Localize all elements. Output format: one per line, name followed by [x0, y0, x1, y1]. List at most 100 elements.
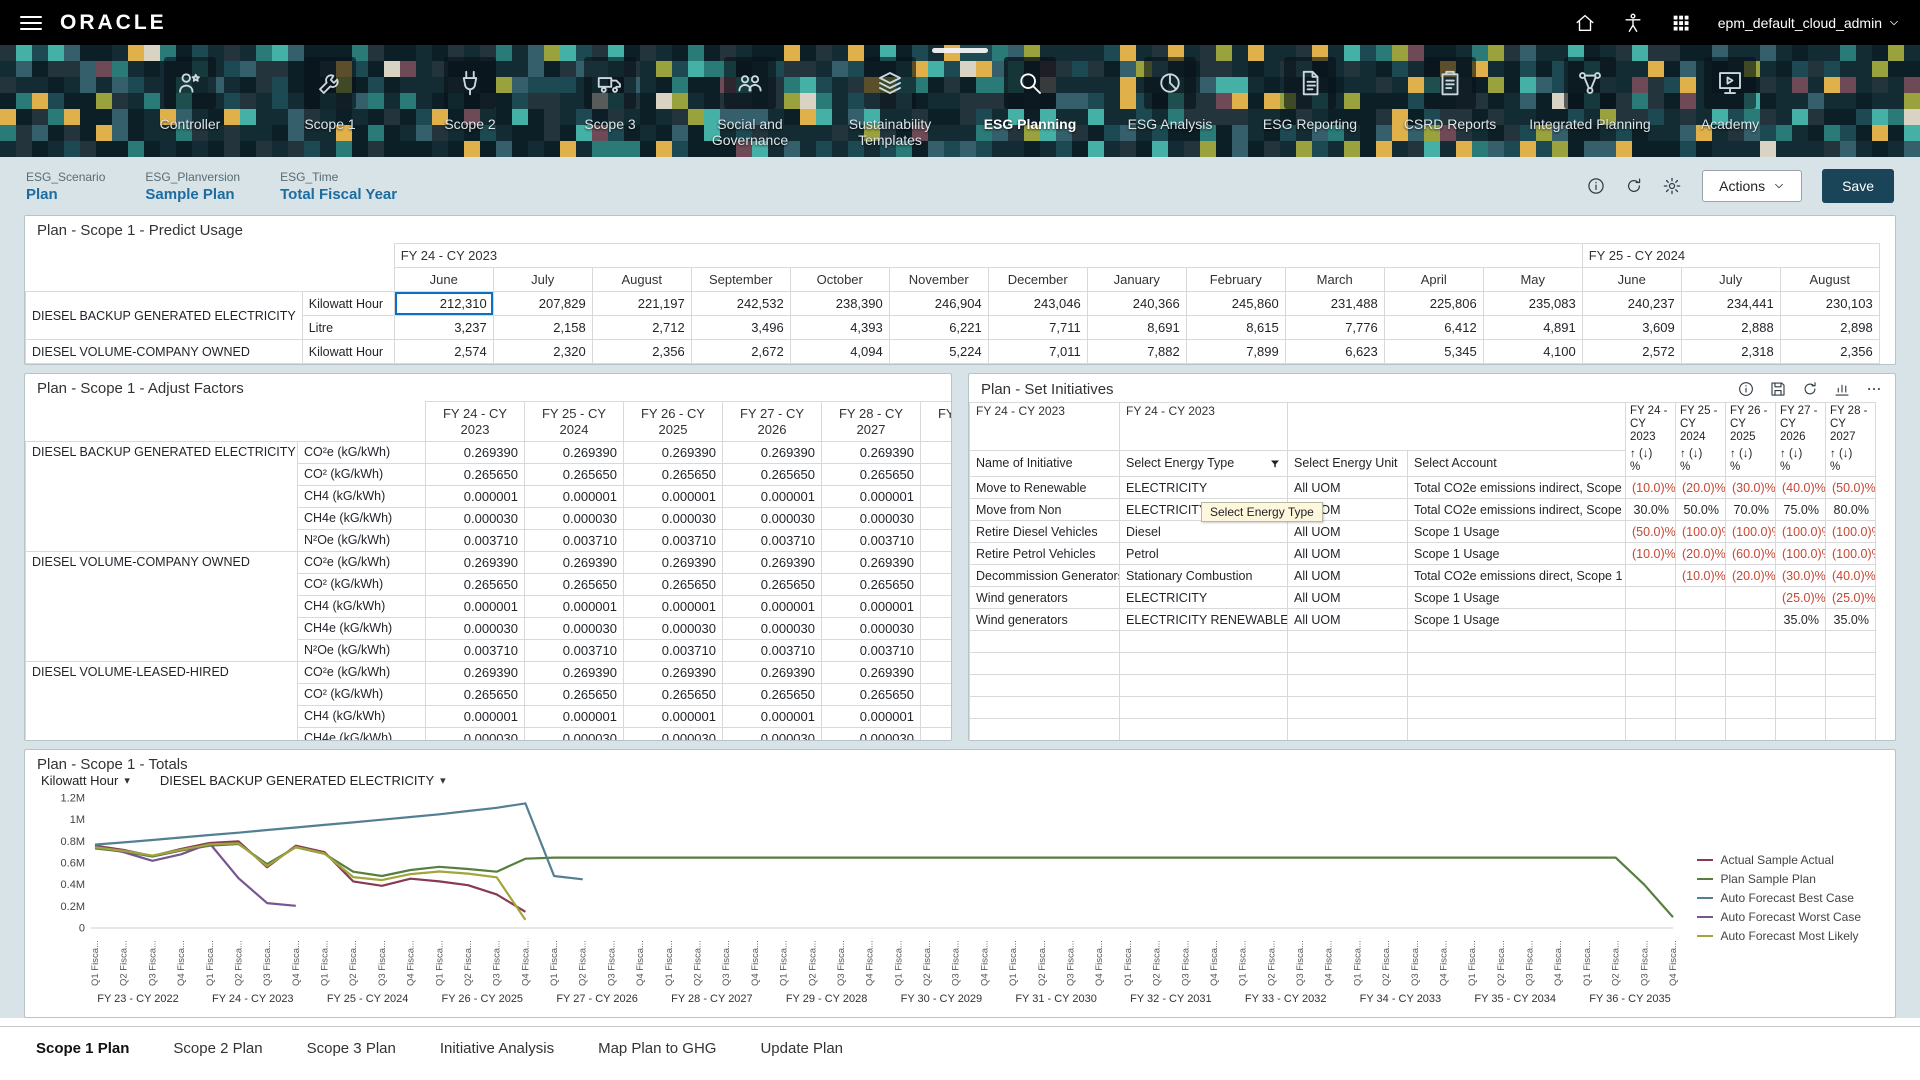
factor-cell[interactable]: 0.000001 [426, 486, 525, 508]
empty-cell[interactable] [1776, 631, 1826, 653]
initiative-value-cell[interactable]: (100.0)% [1776, 543, 1826, 565]
factor-cell[interactable]: 0.265650 [624, 464, 723, 486]
energy-unit-cell[interactable]: All UOM [1288, 587, 1408, 609]
pov-dim-esg_scenario[interactable]: ESG_Scenario Plan [26, 170, 105, 203]
factor-cell[interactable]: 0.003710 [822, 530, 921, 552]
nav-item-scope-1[interactable]: Scope 1 [260, 57, 400, 148]
refresh-icon[interactable] [1624, 176, 1644, 196]
usage-cell[interactable]: 8,691 [1087, 316, 1186, 340]
initiative-value-cell[interactable]: 35.0% [1776, 609, 1826, 631]
factor-cell[interactable]: 0.000001 [921, 706, 952, 728]
factor-cell[interactable]: 0.000030 [525, 508, 624, 530]
usage-cell[interactable]: 4,393 [790, 316, 889, 340]
usage-cell[interactable]: 238,390 [790, 292, 889, 316]
accessibility-icon[interactable] [1622, 12, 1644, 34]
factor-cell[interactable]: 0.000001 [525, 596, 624, 618]
initiative-value-cell[interactable]: (50.0)% [1826, 477, 1876, 499]
empty-cell[interactable] [1408, 719, 1626, 741]
save-icon[interactable] [1769, 380, 1787, 398]
factor-cell[interactable]: 0.265650 [525, 684, 624, 706]
empty-cell[interactable] [970, 653, 1120, 675]
factor-cell[interactable]: 0.003710 [921, 640, 952, 662]
factor-cell[interactable]: 0.000030 [624, 618, 723, 640]
hamburger-menu-icon[interactable] [20, 16, 42, 30]
usage-cell[interactable]: 6,623 [1285, 340, 1384, 364]
energy-type-cell[interactable]: ELECTRICITY [1120, 587, 1288, 609]
empty-cell[interactable] [1776, 675, 1826, 697]
initiative-name-cell[interactable]: Retire Diesel Vehicles [970, 521, 1120, 543]
usage-cell[interactable]: 212,310 [394, 292, 493, 316]
nav-item-controller[interactable]: Controller [120, 57, 260, 148]
actions-button[interactable]: Actions [1702, 170, 1802, 202]
initiative-value-cell[interactable]: (60.0)% [1726, 543, 1776, 565]
initiative-value-cell[interactable]: (25.0)% [1826, 587, 1876, 609]
factor-cell[interactable]: 0.000001 [822, 486, 921, 508]
factor-cell[interactable]: 0.003710 [426, 640, 525, 662]
usage-cell[interactable]: 6,412 [1384, 316, 1483, 340]
factor-cell[interactable]: 0.265650 [921, 464, 952, 486]
pov-member-link[interactable]: Total Fiscal Year [280, 186, 397, 203]
factor-cell[interactable]: 0.269390 [723, 662, 822, 684]
factor-cell[interactable]: 0.269390 [723, 552, 822, 574]
account-cell[interactable]: Scope 1 Usage [1408, 543, 1626, 565]
factor-cell[interactable]: 0.000001 [723, 596, 822, 618]
factor-cell[interactable]: 0.000030 [624, 508, 723, 530]
usage-cell[interactable]: 4,100 [1483, 340, 1582, 364]
empty-cell[interactable] [1626, 697, 1676, 719]
empty-cell[interactable] [1726, 697, 1776, 719]
factor-cell[interactable]: 0.000030 [723, 728, 822, 742]
empty-cell[interactable] [1676, 719, 1726, 741]
usage-cell[interactable]: 235,083 [1483, 292, 1582, 316]
factor-cell[interactable]: 0.269390 [426, 662, 525, 684]
account-cell[interactable]: Total CO2e emissions indirect, Scope [1408, 499, 1626, 521]
usage-cell[interactable]: 7,899 [1186, 340, 1285, 364]
account-selector[interactable]: DIESEL BACKUP GENERATED ELECTRICITY ▾ [160, 773, 446, 788]
energy-type-cell[interactable]: Stationary Combustion [1120, 565, 1288, 587]
energy-type-cell[interactable]: Diesel [1120, 521, 1288, 543]
factor-cell[interactable]: 0.000001 [426, 596, 525, 618]
nav-item-scope-2[interactable]: Scope 2 [400, 57, 540, 148]
factor-cell[interactable]: 0.003710 [525, 530, 624, 552]
factor-cell[interactable]: 0.265650 [624, 574, 723, 596]
initiative-value-cell[interactable]: (25.0)% [1776, 587, 1826, 609]
empty-cell[interactable] [970, 719, 1120, 741]
nav-item-csrd-reports[interactable]: CSRD Reports [1380, 57, 1520, 148]
initiative-value-cell[interactable]: (30.0)% [1726, 477, 1776, 499]
empty-cell[interactable] [1726, 631, 1776, 653]
initiative-value-cell[interactable]: (100.0)% [1776, 521, 1826, 543]
initiative-value-cell[interactable] [1726, 609, 1776, 631]
factor-cell[interactable]: 0.269390 [525, 442, 624, 464]
factor-cell[interactable]: 0.269390 [624, 662, 723, 684]
nav-item-integrated-planning[interactable]: Integrated Planning [1520, 57, 1660, 148]
factor-cell[interactable]: 0.269390 [921, 552, 952, 574]
factor-cell[interactable]: 0.003710 [426, 530, 525, 552]
account-cell[interactable]: Total CO2e emissions direct, Scope 1 [1408, 565, 1626, 587]
tab-scope-3-plan[interactable]: Scope 3 Plan [285, 1027, 418, 1070]
usage-cell[interactable]: 2,898 [1780, 316, 1879, 340]
factor-cell[interactable]: 0.000030 [822, 728, 921, 742]
factor-cell[interactable]: 0.000030 [426, 728, 525, 742]
initiative-value-cell[interactable] [1626, 565, 1676, 587]
empty-cell[interactable] [1726, 653, 1776, 675]
usage-cell[interactable]: 2,672 [691, 340, 790, 364]
nav-item-esg-reporting[interactable]: ESG Reporting [1240, 57, 1380, 148]
empty-cell[interactable] [970, 631, 1120, 653]
usage-cell[interactable]: 2,320 [493, 340, 592, 364]
initiative-value-cell[interactable] [1676, 609, 1726, 631]
usage-cell[interactable]: 2,888 [1681, 316, 1780, 340]
empty-cell[interactable] [970, 675, 1120, 697]
empty-cell[interactable] [1626, 631, 1676, 653]
empty-cell[interactable] [1120, 697, 1288, 719]
factor-cell[interactable]: 0.269390 [525, 662, 624, 684]
factor-cell[interactable]: 0.003710 [723, 530, 822, 552]
usage-cell[interactable]: 7,011 [988, 340, 1087, 364]
usage-cell[interactable]: 3,609 [1582, 316, 1681, 340]
energy-unit-cell[interactable]: All UOM [1288, 543, 1408, 565]
empty-cell[interactable] [1408, 697, 1626, 719]
initiative-value-cell[interactable]: (100.0)% [1826, 543, 1876, 565]
factor-cell[interactable]: 0.000030 [525, 728, 624, 742]
factor-cell[interactable]: 0.000030 [921, 728, 952, 742]
account-cell[interactable]: Scope 1 Usage [1408, 521, 1626, 543]
factor-cell[interactable]: 0.000001 [921, 486, 952, 508]
factor-cell[interactable]: 0.265650 [822, 574, 921, 596]
